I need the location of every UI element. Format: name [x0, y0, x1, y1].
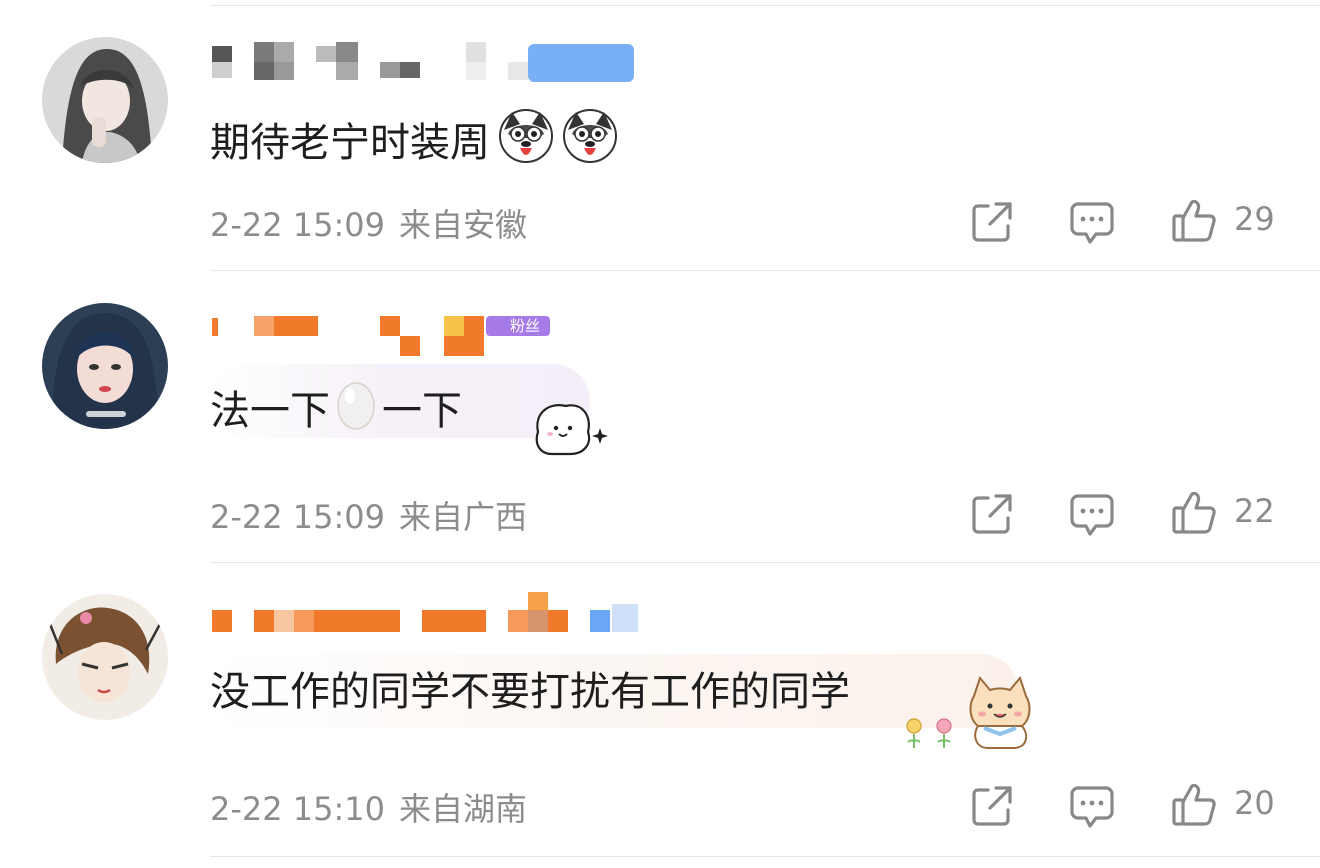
husky-emoji-icon [562, 108, 618, 164]
like-count: 29 [1234, 200, 1275, 238]
fan-badge-text: 粉丝 [510, 317, 541, 335]
comment-icon [1070, 786, 1114, 828]
comment-text-part: 一下 [382, 388, 462, 434]
comment-text-content: 没工作的同学不要打扰有工作的同学 [210, 669, 850, 715]
comment-divider [210, 270, 1320, 271]
comment-text: 法一下 一下 [210, 376, 462, 437]
top-divider [210, 5, 1320, 6]
thumbs-up-icon [1172, 783, 1216, 826]
egg-emoji-icon [334, 376, 378, 432]
comment-icon [1070, 202, 1114, 244]
share-icon [972, 494, 1012, 534]
comment-location: 来自湖南 [399, 790, 528, 828]
comment-time: 2-22 15:09 [210, 498, 386, 536]
comment-time: 2-22 15:09 [210, 206, 386, 244]
comment-icon [1070, 494, 1114, 536]
avatar[interactable] [42, 594, 168, 720]
comment-meta: 2-22 15:10 来自湖南 [210, 784, 527, 830]
username-blurred[interactable] [210, 592, 650, 632]
comment-location: 来自广西 [399, 498, 528, 536]
flower-sticker-icon [900, 716, 964, 754]
username-blurred[interactable]: 粉丝 [210, 316, 650, 356]
comment-text-content: 期待老宁时装周 [210, 120, 490, 166]
thumbs-up-icon [1172, 199, 1216, 242]
like-count: 20 [1234, 784, 1275, 822]
like-button[interactable] [1170, 488, 1218, 536]
reply-button[interactable] [1068, 198, 1116, 246]
reply-button[interactable] [1068, 490, 1116, 538]
comment-time: 2-22 15:10 [210, 790, 386, 828]
avatar[interactable] [42, 37, 168, 163]
share-button[interactable] [968, 782, 1016, 830]
reply-button[interactable] [1068, 782, 1116, 830]
comment-text-part: 法一下 [210, 388, 330, 434]
husky-emoji-icon [498, 108, 554, 164]
cat-sticker-icon [962, 674, 1038, 756]
avatar[interactable] [42, 303, 168, 429]
thumbs-up-icon [1172, 491, 1216, 534]
share-icon [972, 202, 1012, 242]
username-blurred[interactable] [210, 42, 650, 82]
like-button[interactable] [1170, 780, 1218, 828]
comment-text: 没工作的同学不要打扰有工作的同学 [210, 666, 850, 718]
comment-location: 来自安徽 [399, 206, 528, 244]
share-button[interactable] [968, 490, 1016, 538]
share-button[interactable] [968, 198, 1016, 246]
comment-text: 期待老宁时装周 [210, 108, 618, 169]
like-button[interactable] [1170, 196, 1218, 244]
comment-divider [210, 562, 1320, 563]
like-count: 22 [1234, 492, 1275, 530]
comment-meta: 2-22 15:09 来自广西 [210, 492, 527, 538]
share-icon [972, 786, 1012, 826]
bear-sticker-icon [528, 398, 612, 462]
comment-meta: 2-22 15:09 来自安徽 [210, 200, 527, 246]
bottom-divider [210, 856, 1320, 857]
